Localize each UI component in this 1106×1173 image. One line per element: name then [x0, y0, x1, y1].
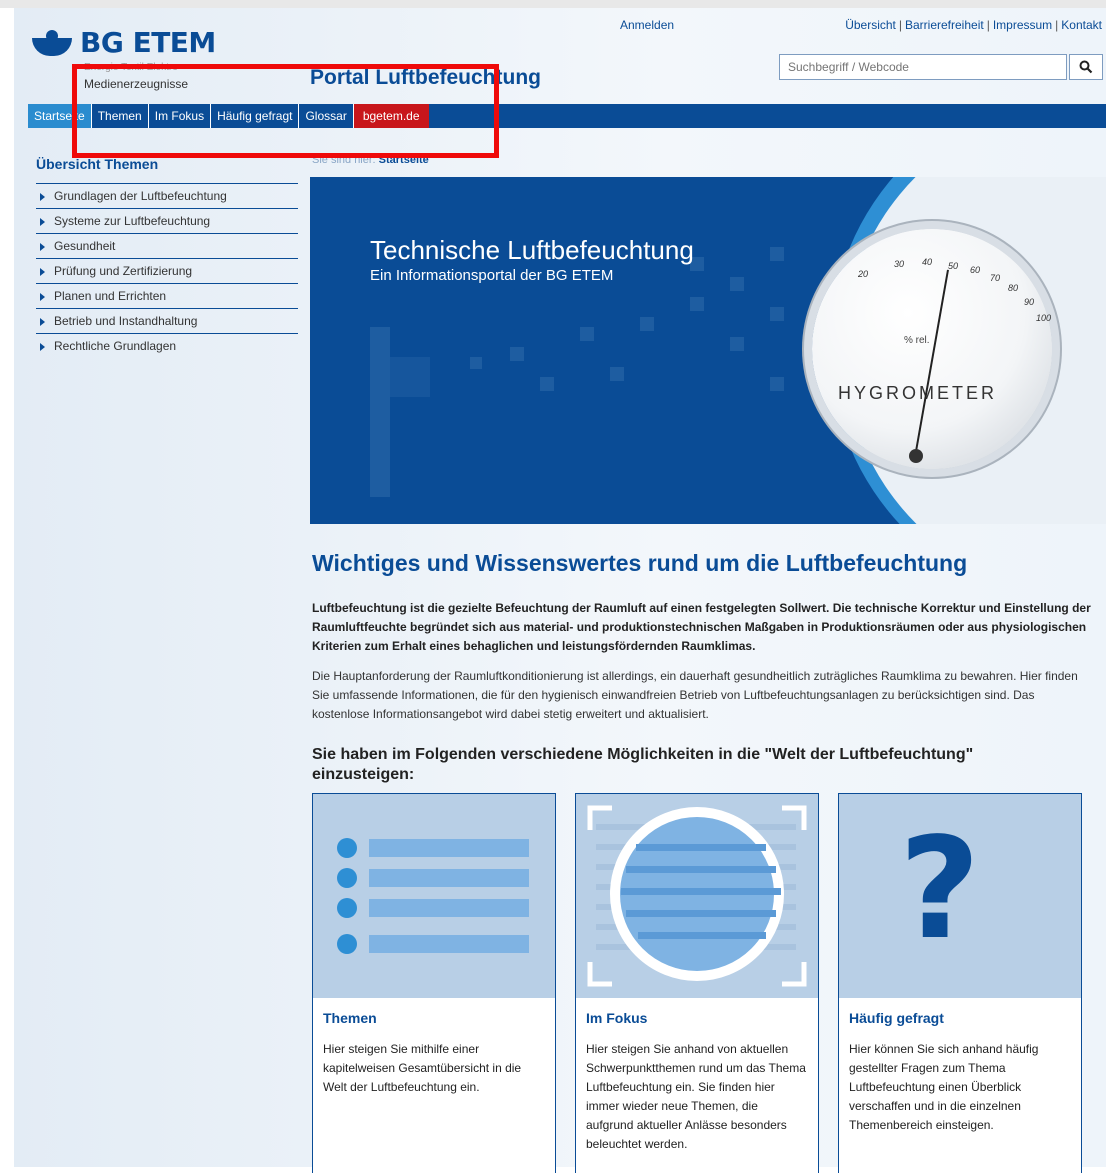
- sidebar-item-testing[interactable]: Prüfung und Zertifizierung: [36, 259, 298, 284]
- card-title[interactable]: Häufig gefragt: [849, 1010, 944, 1026]
- scale-20: 20: [858, 269, 869, 279]
- page-title: Wichtiges und Wissenswertes rund um die …: [312, 550, 968, 576]
- nav-faq[interactable]: Häufig gefragt: [211, 104, 300, 128]
- breadcrumb-current[interactable]: Startseite: [379, 154, 429, 166]
- card-haeufig-gefragt[interactable]: ? Häufig gefragt Hier können Sie sich an…: [838, 793, 1082, 1173]
- scale-90: 90: [1024, 297, 1035, 307]
- nav-focus[interactable]: Im Fokus: [149, 104, 212, 128]
- logo-subtitle: Medienerzeugnisse: [84, 77, 189, 91]
- triangle-right-icon: [40, 218, 45, 226]
- meta-link-accessibility[interactable]: Barrierefreiheit: [905, 18, 984, 32]
- sidebar-item-operation[interactable]: Betrieb und Instandhaltung: [36, 309, 298, 334]
- sidebar-item-basics[interactable]: Grundlagen der Luftbefeuchtung: [36, 184, 298, 209]
- card-text: Hier steigen Sie anhand von aktuellen Sc…: [586, 1042, 806, 1151]
- card-title[interactable]: Im Fokus: [586, 1010, 647, 1026]
- triangle-right-icon: [40, 193, 45, 201]
- nav-topics[interactable]: Themen: [92, 104, 149, 128]
- logo-text: BG ETEM: [80, 26, 216, 59]
- sidebar-item-legal[interactable]: Rechtliche Grundlagen: [36, 334, 298, 358]
- hero-title: Technische Luftbefeuchtung: [370, 235, 694, 265]
- sidebar-item-systems[interactable]: Systeme zur Luftbefeuchtung: [36, 209, 298, 234]
- triangle-right-icon: [40, 243, 45, 251]
- sidebar-heading: Übersicht Themen: [36, 156, 298, 184]
- intro-text: Die Hauptanforderung der Raumluftkonditi…: [312, 669, 1078, 721]
- question-mark-icon: ?: [839, 794, 1081, 998]
- scale-40: 40: [922, 257, 933, 267]
- login-link[interactable]: Anmelden: [620, 18, 674, 32]
- entry-options-heading: Sie haben im Folgenden verschiedene Mögl…: [312, 746, 974, 783]
- sidebar: Übersicht Themen Grundlagen der Luftbefe…: [36, 156, 298, 358]
- scale-100: 100: [1036, 313, 1052, 323]
- meta-links: Übersicht | Barrierefreiheit | Impressum | Kon…: [845, 18, 1102, 32]
- triangle-right-icon: [40, 343, 45, 351]
- card-title[interactable]: Themen: [323, 1010, 377, 1026]
- portal-title: Portal Luftbefeuchtung: [310, 66, 541, 89]
- hygrometer-unit: % rel.: [904, 335, 930, 346]
- hero-banner: 20 30 40 50 60 70 80 90 100 % rel. HYGRO…: [310, 177, 1106, 524]
- scale-60: 60: [970, 265, 981, 275]
- card-text: Hier können Sie sich anhand häufig geste…: [849, 1042, 1039, 1132]
- card-themen[interactable]: Themen Hier steigen Sie mithilfe einer k…: [312, 793, 556, 1173]
- magnifier-focus-icon: [576, 794, 818, 998]
- logo-mark-icon: [32, 29, 72, 56]
- meta-link-overview[interactable]: Übersicht: [845, 18, 896, 32]
- nav-glossary[interactable]: Glossar: [299, 104, 354, 128]
- search-icon: [1079, 60, 1093, 74]
- logo-tagline: Energie Textil Elektro: [84, 62, 178, 73]
- scale-70: 70: [990, 273, 1001, 283]
- triangle-right-icon: [40, 318, 45, 326]
- nav-home[interactable]: Startseite: [28, 104, 92, 128]
- hygrometer-label: HYGROMETER: [838, 383, 998, 403]
- scale-50: 50: [948, 261, 959, 271]
- meta-link-contact[interactable]: Kontakt: [1061, 18, 1102, 32]
- search-input[interactable]: [779, 54, 1067, 80]
- scale-30: 30: [894, 259, 905, 269]
- topics-list-icon: [313, 794, 555, 998]
- card-text: Hier steigen Sie mithilfe einer kapitelw…: [323, 1042, 522, 1094]
- triangle-right-icon: [40, 293, 45, 301]
- triangle-right-icon: [40, 268, 45, 276]
- breadcrumb-prefix: Sie sind hier:: [312, 154, 376, 166]
- main-navigation: Startseite Themen Im Fokus Häufig gefrag…: [28, 104, 1106, 128]
- breadcrumb: Sie sind hier: Startseite: [312, 154, 429, 166]
- sidebar-item-planning[interactable]: Planen und Errichten: [36, 284, 298, 309]
- scale-80: 80: [1008, 283, 1019, 293]
- nav-bgetem-link[interactable]: bgetem.de: [353, 104, 429, 128]
- sidebar-item-health[interactable]: Gesundheit: [36, 234, 298, 259]
- hygrometer-hub: [909, 449, 923, 463]
- intro-bold-text: Luftbefeuchtung ist die gezielte Befeuch…: [312, 601, 1091, 653]
- hero-subtitle: Ein Informationsportal der BG ETEM: [370, 267, 614, 284]
- search-button[interactable]: [1069, 54, 1103, 80]
- browser-top-strip: [0, 0, 1106, 8]
- search-box: [779, 54, 1103, 82]
- meta-link-imprint[interactable]: Impressum: [993, 18, 1052, 32]
- card-im-fokus[interactable]: Im Fokus Hier steigen Sie anhand von akt…: [575, 793, 819, 1173]
- bg-etem-logo[interactable]: BG ETEM: [32, 26, 216, 59]
